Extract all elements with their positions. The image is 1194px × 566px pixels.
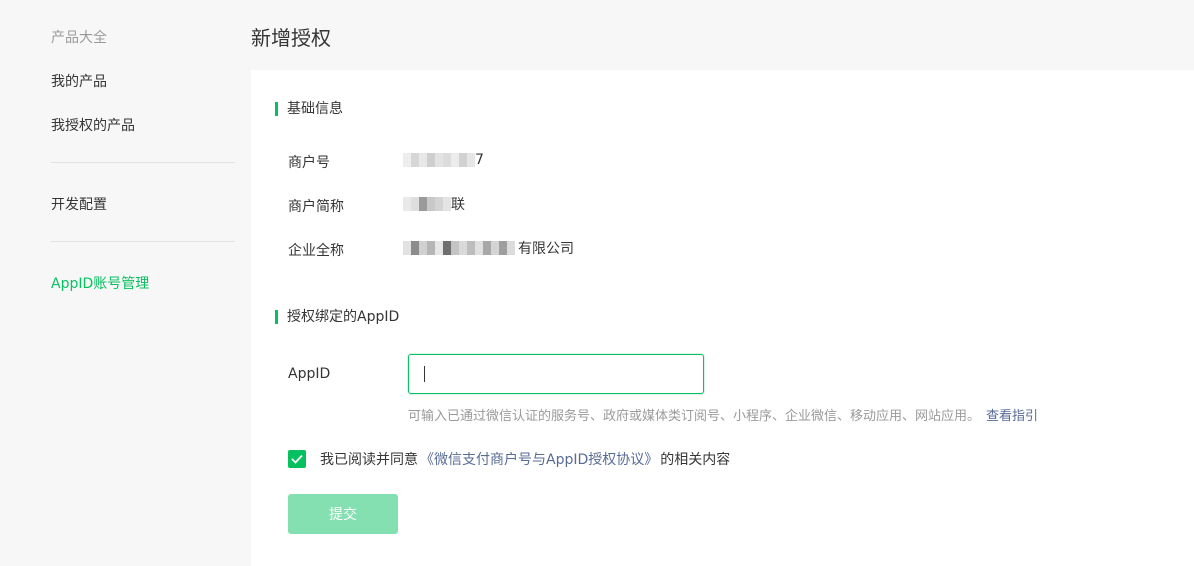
redacted-mosaic bbox=[403, 197, 451, 211]
merchant-short-name-suffix: 联 bbox=[451, 197, 465, 213]
sidebar-item-authorized-products[interactable]: 我授权的产品 bbox=[51, 115, 135, 135]
sidebar-item-dev-config[interactable]: 开发配置 bbox=[51, 194, 107, 214]
section-title-basic-info: 基础信息 bbox=[275, 101, 343, 117]
agreement-checkbox[interactable] bbox=[288, 450, 306, 468]
appid-input[interactable] bbox=[408, 354, 704, 394]
sidebar-heading: 产品大全 bbox=[51, 30, 107, 46]
sidebar: 产品大全 我的产品 我授权的产品 开发配置 AppID账号管理 bbox=[0, 0, 250, 566]
appid-hint: 可输入已通过微信认证的服务号、政府或媒体类订阅号、小程序、企业微信、移动应用、网… bbox=[408, 405, 1038, 424]
section-title-bind-appid: 授权绑定的AppID bbox=[275, 309, 399, 325]
company-full-name-suffix: 有限公司 bbox=[518, 241, 574, 257]
sidebar-item-appid-management[interactable]: AppID账号管理 bbox=[51, 273, 149, 293]
merchant-id-suffix: 7 bbox=[475, 152, 484, 168]
appid-label: AppID bbox=[288, 366, 331, 382]
main-panel: 基础信息 商户号 7 商户简称 联 企业全称 有限公司 授权绑定的AppID A… bbox=[251, 70, 1194, 566]
view-guide-link[interactable]: 查看指引 bbox=[986, 409, 1038, 424]
submit-button[interactable]: 提交 bbox=[288, 494, 398, 534]
sidebar-divider bbox=[51, 241, 235, 242]
check-icon bbox=[291, 454, 303, 464]
page-title: 新增授权 bbox=[251, 26, 331, 50]
agreement-suffix: 的相关内容 bbox=[660, 452, 731, 468]
merchant-id-value: 7 bbox=[403, 150, 484, 170]
redacted-mosaic bbox=[403, 153, 475, 167]
merchant-short-name-value: 联 bbox=[403, 194, 465, 214]
agreement-link[interactable]: 《微信支付商户号与AppID授权协议》 bbox=[420, 449, 658, 469]
company-full-name-value: 有限公司 bbox=[403, 238, 574, 258]
company-full-name-label: 企业全称 bbox=[288, 243, 344, 259]
sidebar-divider bbox=[51, 162, 235, 163]
agreement-row: 我已阅读并同意 《微信支付商户号与AppID授权协议》 的相关内容 bbox=[288, 449, 730, 469]
text-cursor bbox=[424, 366, 425, 382]
merchant-id-label: 商户号 bbox=[288, 155, 330, 171]
agreement-prefix: 我已阅读并同意 bbox=[320, 452, 418, 468]
appid-hint-text: 可输入已通过微信认证的服务号、政府或媒体类订阅号、小程序、企业微信、移动应用、网… bbox=[408, 409, 981, 424]
sidebar-item-my-products[interactable]: 我的产品 bbox=[51, 71, 107, 91]
redacted-mosaic bbox=[403, 241, 515, 255]
merchant-short-name-label: 商户简称 bbox=[288, 199, 344, 215]
